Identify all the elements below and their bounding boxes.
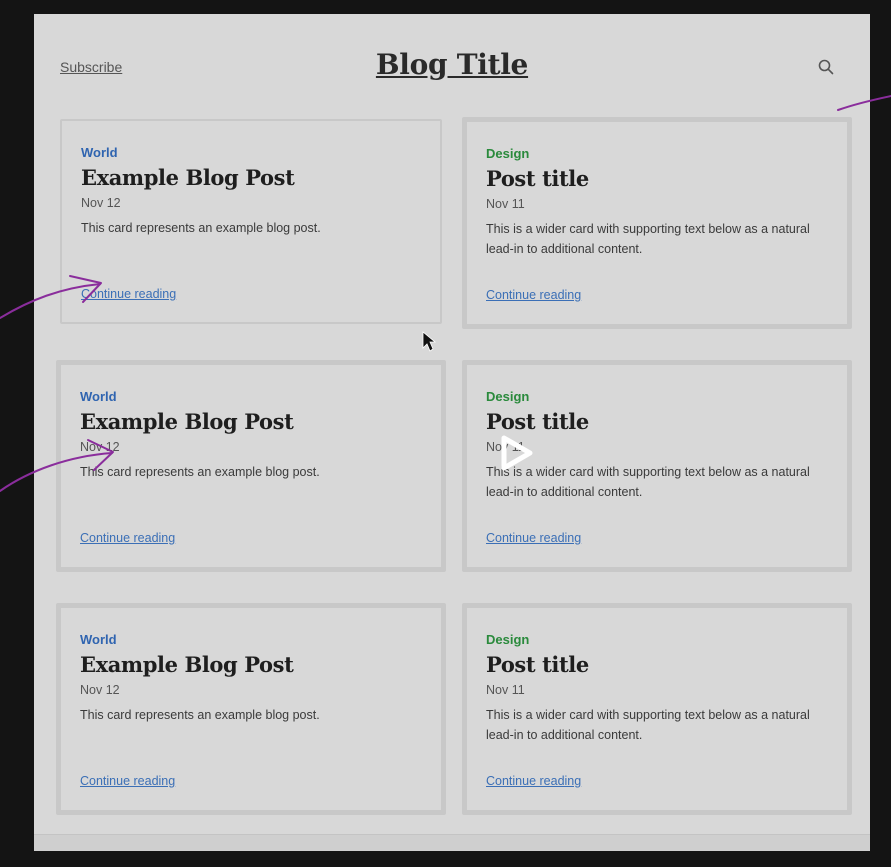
post-category[interactable]: World <box>80 389 117 404</box>
continue-reading-link[interactable]: Continue reading <box>486 288 581 302</box>
post-date: Nov 12 <box>81 196 121 210</box>
post-title: Post title <box>486 166 589 191</box>
post-category[interactable]: World <box>80 632 117 647</box>
page-footer-strip <box>34 834 870 851</box>
post-card: World Example Blog Post Nov 12 This card… <box>56 360 446 572</box>
post-category[interactable]: Design <box>486 389 529 404</box>
post-title: Example Blog Post <box>80 409 294 434</box>
post-category[interactable]: Design <box>486 146 529 161</box>
post-category[interactable]: World <box>81 145 118 160</box>
continue-reading-link[interactable]: Continue reading <box>80 531 175 545</box>
post-card: Design Post title Nov 11 This is a wider… <box>462 117 852 329</box>
blog-page: Subscribe Blog Title World Example Blog … <box>34 14 870 851</box>
post-date: Nov 11 <box>486 683 525 697</box>
blog-title[interactable]: Blog Title <box>34 48 870 81</box>
post-title: Example Blog Post <box>81 165 295 190</box>
post-title: Example Blog Post <box>80 652 294 677</box>
post-date: Nov 12 <box>80 683 120 697</box>
post-category[interactable]: Design <box>486 632 529 647</box>
continue-reading-link[interactable]: Continue reading <box>486 531 581 545</box>
post-title: Post title <box>486 409 589 434</box>
post-card: Design Post title Nov 11 This is a wider… <box>462 360 852 572</box>
continue-reading-link[interactable]: Continue reading <box>81 287 176 301</box>
post-excerpt: This card represents an example blog pos… <box>80 708 320 722</box>
post-card: Design Post title Nov 11 This is a wider… <box>462 603 852 815</box>
continue-reading-link[interactable]: Continue reading <box>486 774 581 788</box>
post-excerpt: This card represents an example blog pos… <box>81 221 321 235</box>
post-excerpt: This is a wider card with supporting tex… <box>486 465 810 499</box>
post-card: World Example Blog Post Nov 12 This card… <box>56 603 446 815</box>
post-date: Nov 11 <box>486 197 525 211</box>
post-card: World Example Blog Post Nov 12 This card… <box>60 119 442 324</box>
post-excerpt: This card represents an example blog pos… <box>80 465 320 479</box>
post-excerpt: This is a wider card with supporting tex… <box>486 708 810 742</box>
search-icon[interactable] <box>817 58 835 76</box>
post-title: Post title <box>486 652 589 677</box>
continue-reading-link[interactable]: Continue reading <box>80 774 175 788</box>
post-excerpt: This is a wider card with supporting tex… <box>486 222 810 256</box>
post-date: Nov 12 <box>80 440 120 454</box>
post-date: Nov 11 <box>486 440 525 454</box>
